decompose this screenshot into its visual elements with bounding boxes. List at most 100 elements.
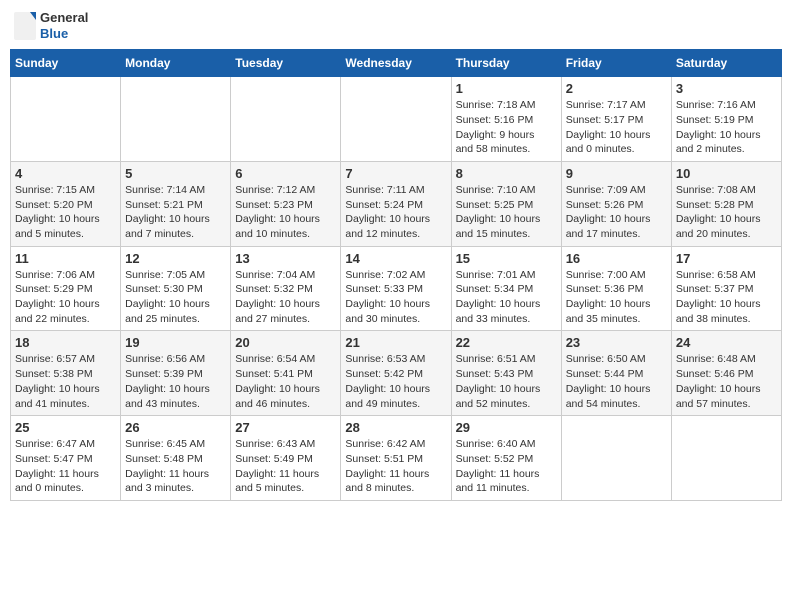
day-info: Sunrise: 7:17 AM Sunset: 5:17 PM Dayligh… — [566, 98, 667, 157]
calendar-cell: 22 Sunrise: 6:51 AM Sunset: 5:43 PM Dayli… — [451, 331, 561, 416]
calendar-cell: 4 Sunrise: 7:15 AM Sunset: 5:20 PM Daylig… — [11, 161, 121, 246]
calendar-cell: 25 Sunrise: 6:47 AM Sunset: 5:47 PM Dayli… — [11, 416, 121, 501]
day-info: Sunrise: 7:09 AM Sunset: 5:26 PM Dayligh… — [566, 183, 667, 242]
logo-container: General Blue — [14, 10, 88, 41]
day-number: 9 — [566, 166, 667, 181]
day-info: Sunrise: 6:57 AM Sunset: 5:38 PM Dayligh… — [15, 352, 116, 411]
calendar-cell: 23 Sunrise: 6:50 AM Sunset: 5:44 PM Dayli… — [561, 331, 671, 416]
calendar-cell: 2 Sunrise: 7:17 AM Sunset: 5:17 PM Daylig… — [561, 77, 671, 162]
column-header-tuesday: Tuesday — [231, 50, 341, 77]
day-info: Sunrise: 7:06 AM Sunset: 5:29 PM Dayligh… — [15, 268, 116, 327]
calendar-cell: 17Sunrise: 6:58 AM Sunset: 5:37 PM Dayli… — [671, 246, 781, 331]
day-info: Sunrise: 6:47 AM Sunset: 5:47 PM Dayligh… — [15, 437, 116, 496]
day-number: 2 — [566, 81, 667, 96]
column-header-wednesday: Wednesday — [341, 50, 451, 77]
calendar-cell: 18 Sunrise: 6:57 AM Sunset: 5:38 PM Dayli… — [11, 331, 121, 416]
calendar-table: SundayMondayTuesdayWednesdayThursdayFrid… — [10, 49, 782, 501]
calendar-cell: 14 Sunrise: 7:02 AM Sunset: 5:33 PM Dayli… — [341, 246, 451, 331]
day-info: Sunrise: 7:12 AM Sunset: 5:23 PM Dayligh… — [235, 183, 336, 242]
calendar-cell: 19 Sunrise: 6:56 AM Sunset: 5:39 PM Dayli… — [121, 331, 231, 416]
day-number: 3 — [676, 81, 777, 96]
week-row-3: 11 Sunrise: 7:06 AM Sunset: 5:29 PM Dayli… — [11, 246, 782, 331]
day-info: Sunrise: 6:43 AM Sunset: 5:49 PM Dayligh… — [235, 437, 336, 496]
day-number: 23 — [566, 335, 667, 350]
day-info: Sunrise: 6:50 AM Sunset: 5:44 PM Dayligh… — [566, 352, 667, 411]
day-info: Sunrise: 6:42 AM Sunset: 5:51 PM Dayligh… — [345, 437, 446, 496]
calendar-cell — [341, 77, 451, 162]
day-number: 28 — [345, 420, 446, 435]
day-info: Sunrise: 7:18 AM Sunset: 5:16 PM Dayligh… — [456, 98, 557, 157]
day-info: Sunrise: 7:05 AM Sunset: 5:30 PM Dayligh… — [125, 268, 226, 327]
calendar-cell: 28 Sunrise: 6:42 AM Sunset: 5:51 PM Dayli… — [341, 416, 451, 501]
calendar-cell: 11 Sunrise: 7:06 AM Sunset: 5:29 PM Dayli… — [11, 246, 121, 331]
day-number: 27 — [235, 420, 336, 435]
calendar-header-row: SundayMondayTuesdayWednesdayThursdayFrid… — [11, 50, 782, 77]
day-number: 19 — [125, 335, 226, 350]
day-number: 6 — [235, 166, 336, 181]
day-number: 14 — [345, 251, 446, 266]
calendar-cell: 16 Sunrise: 7:00 AM Sunset: 5:36 PM Dayli… — [561, 246, 671, 331]
day-number: 16 — [566, 251, 667, 266]
calendar-cell: 15 Sunrise: 7:01 AM Sunset: 5:34 PM Dayli… — [451, 246, 561, 331]
day-info: Sunrise: 6:51 AM Sunset: 5:43 PM Dayligh… — [456, 352, 557, 411]
calendar-cell — [671, 416, 781, 501]
column-header-sunday: Sunday — [11, 50, 121, 77]
calendar-cell: 27 Sunrise: 6:43 AM Sunset: 5:49 PM Dayli… — [231, 416, 341, 501]
day-info: Sunrise: 6:45 AM Sunset: 5:48 PM Dayligh… — [125, 437, 226, 496]
day-number: 22 — [456, 335, 557, 350]
day-info: Sunrise: 6:54 AM Sunset: 5:41 PM Dayligh… — [235, 352, 336, 411]
calendar-cell: 21 Sunrise: 6:53 AM Sunset: 5:42 PM Dayli… — [341, 331, 451, 416]
day-info: Sunrise: 7:02 AM Sunset: 5:33 PM Dayligh… — [345, 268, 446, 327]
calendar-cell: 8 Sunrise: 7:10 AM Sunset: 5:25 PM Daylig… — [451, 161, 561, 246]
logo-text: General Blue — [40, 10, 88, 41]
column-header-friday: Friday — [561, 50, 671, 77]
day-info: Sunrise: 6:56 AM Sunset: 5:39 PM Dayligh… — [125, 352, 226, 411]
week-row-5: 25 Sunrise: 6:47 AM Sunset: 5:47 PM Dayli… — [11, 416, 782, 501]
day-number: 4 — [15, 166, 116, 181]
week-row-4: 18 Sunrise: 6:57 AM Sunset: 5:38 PM Dayli… — [11, 331, 782, 416]
day-number: 15 — [456, 251, 557, 266]
day-number: 24 — [676, 335, 777, 350]
calendar-cell: 9 Sunrise: 7:09 AM Sunset: 5:26 PM Daylig… — [561, 161, 671, 246]
column-header-thursday: Thursday — [451, 50, 561, 77]
calendar-cell: 6 Sunrise: 7:12 AM Sunset: 5:23 PM Daylig… — [231, 161, 341, 246]
calendar-cell: 7 Sunrise: 7:11 AM Sunset: 5:24 PM Daylig… — [341, 161, 451, 246]
calendar-cell: 10 Sunrise: 7:08 AM Sunset: 5:28 PM Dayli… — [671, 161, 781, 246]
day-number: 18 — [15, 335, 116, 350]
day-number: 1 — [456, 81, 557, 96]
day-number: 8 — [456, 166, 557, 181]
calendar-cell: 13 Sunrise: 7:04 AM Sunset: 5:32 PM Dayli… — [231, 246, 341, 331]
calendar-cell — [561, 416, 671, 501]
day-number: 11 — [15, 251, 116, 266]
day-info: Sunrise: 7:15 AM Sunset: 5:20 PM Dayligh… — [15, 183, 116, 242]
day-number: 26 — [125, 420, 226, 435]
calendar-cell — [231, 77, 341, 162]
column-header-monday: Monday — [121, 50, 231, 77]
week-row-1: 1 Sunrise: 7:18 AM Sunset: 5:16 PM Daylig… — [11, 77, 782, 162]
calendar-cell: 29Sunrise: 6:40 AM Sunset: 5:52 PM Dayli… — [451, 416, 561, 501]
day-info: Sunrise: 7:11 AM Sunset: 5:24 PM Dayligh… — [345, 183, 446, 242]
day-info: Sunrise: 7:10 AM Sunset: 5:25 PM Dayligh… — [456, 183, 557, 242]
calendar-cell: 24 Sunrise: 6:48 AM Sunset: 5:46 PM Dayli… — [671, 331, 781, 416]
day-number: 25 — [15, 420, 116, 435]
day-number: 12 — [125, 251, 226, 266]
day-info: Sunrise: 7:08 AM Sunset: 5:28 PM Dayligh… — [676, 183, 777, 242]
day-info: Sunrise: 6:53 AM Sunset: 5:42 PM Dayligh… — [345, 352, 446, 411]
day-info: Sunrise: 7:04 AM Sunset: 5:32 PM Dayligh… — [235, 268, 336, 327]
day-info: Sunrise: 7:00 AM Sunset: 5:36 PM Dayligh… — [566, 268, 667, 327]
day-number: 10 — [676, 166, 777, 181]
day-number: 21 — [345, 335, 446, 350]
day-number: 20 — [235, 335, 336, 350]
day-info: Sunrise: 7:01 AM Sunset: 5:34 PM Dayligh… — [456, 268, 557, 327]
calendar-cell: 5 Sunrise: 7:14 AM Sunset: 5:21 PM Daylig… — [121, 161, 231, 246]
day-number: 17 — [676, 251, 777, 266]
calendar-cell: 20 Sunrise: 6:54 AM Sunset: 5:41 PM Dayli… — [231, 331, 341, 416]
day-number: 5 — [125, 166, 226, 181]
calendar-cell: 12 Sunrise: 7:05 AM Sunset: 5:30 PM Dayli… — [121, 246, 231, 331]
day-info: Sunrise: 7:14 AM Sunset: 5:21 PM Dayligh… — [125, 183, 226, 242]
day-number: 13 — [235, 251, 336, 266]
day-info: Sunrise: 7:16 AM Sunset: 5:19 PM Dayligh… — [676, 98, 777, 157]
day-info: Sunrise: 6:48 AM Sunset: 5:46 PM Dayligh… — [676, 352, 777, 411]
day-number: 7 — [345, 166, 446, 181]
calendar-cell: 3 Sunrise: 7:16 AM Sunset: 5:19 PM Daylig… — [671, 77, 781, 162]
